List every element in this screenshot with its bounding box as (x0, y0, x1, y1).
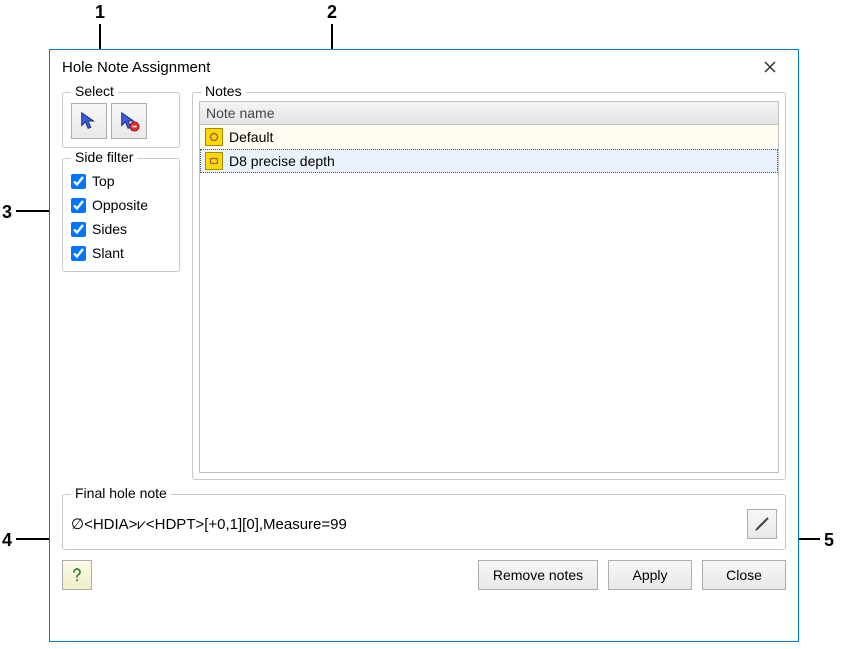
checkbox-opposite-input[interactable] (71, 198, 86, 213)
hole-note-assignment-dialog: Hole Note Assignment Select (49, 49, 799, 642)
select-holes-button[interactable] (71, 103, 107, 139)
callout-2: 2 (327, 2, 337, 23)
select-group: Select (62, 92, 180, 148)
side-filter-group: Side filter Top Opposite Sides (62, 158, 180, 272)
final-hole-note-text: ∅<HDIA>⩗<HDPT>[+0,1][0],Measure=99 (71, 515, 739, 533)
checkbox-opposite-label: Opposite (92, 197, 148, 213)
checkbox-slant-label: Slant (92, 245, 124, 261)
note-row-label: D8 precise depth (229, 153, 335, 169)
checkbox-sides-input[interactable] (71, 222, 86, 237)
checkbox-sides-label: Sides (92, 221, 127, 237)
select-legend: Select (71, 83, 118, 99)
note-list[interactable]: Note name Default D8 precise depth (199, 101, 779, 473)
edit-note-button[interactable] (747, 509, 777, 539)
close-icon[interactable] (750, 52, 790, 82)
checkbox-top[interactable]: Top (71, 173, 171, 189)
checkbox-top-label: Top (92, 173, 115, 189)
callout-3: 3 (2, 202, 12, 223)
pencil-icon (753, 515, 771, 533)
deselect-holes-button[interactable] (111, 103, 147, 139)
side-filter-legend: Side filter (71, 149, 137, 165)
checkbox-top-input[interactable] (71, 174, 86, 189)
cursor-remove-icon (118, 110, 140, 132)
cursor-icon (78, 110, 100, 132)
title-bar: Hole Note Assignment (50, 50, 798, 84)
callout-1: 1 (95, 2, 105, 23)
callout-5: 5 (824, 530, 834, 551)
note-row-label: Default (229, 129, 273, 145)
checkbox-slant-input[interactable] (71, 246, 86, 261)
note-list-header[interactable]: Note name (200, 102, 778, 125)
apply-button[interactable]: Apply (608, 560, 692, 590)
checkbox-opposite[interactable]: Opposite (71, 197, 171, 213)
dialog-title: Hole Note Assignment (62, 59, 210, 76)
note-icon-hole (205, 128, 223, 146)
note-row-default[interactable]: Default (200, 125, 778, 149)
note-row-d8-precise-depth[interactable]: D8 precise depth (200, 149, 778, 173)
final-hole-note-legend: Final hole note (71, 485, 171, 501)
notes-legend: Notes (201, 83, 246, 99)
remove-notes-button[interactable]: Remove notes (478, 560, 598, 590)
help-button[interactable] (62, 560, 92, 590)
callout-4: 4 (2, 530, 12, 551)
note-icon-slot (205, 152, 223, 170)
checkbox-sides[interactable]: Sides (71, 221, 171, 237)
final-hole-note-group: Final hole note ∅<HDIA>⩗<HDPT>[+0,1][0],… (62, 494, 786, 550)
help-icon (68, 566, 86, 584)
close-button[interactable]: Close (702, 560, 786, 590)
notes-group: Notes Note name Default D8 precise depth (192, 92, 786, 480)
button-row: Remove notes Apply Close (62, 560, 786, 590)
checkbox-slant[interactable]: Slant (71, 245, 171, 261)
